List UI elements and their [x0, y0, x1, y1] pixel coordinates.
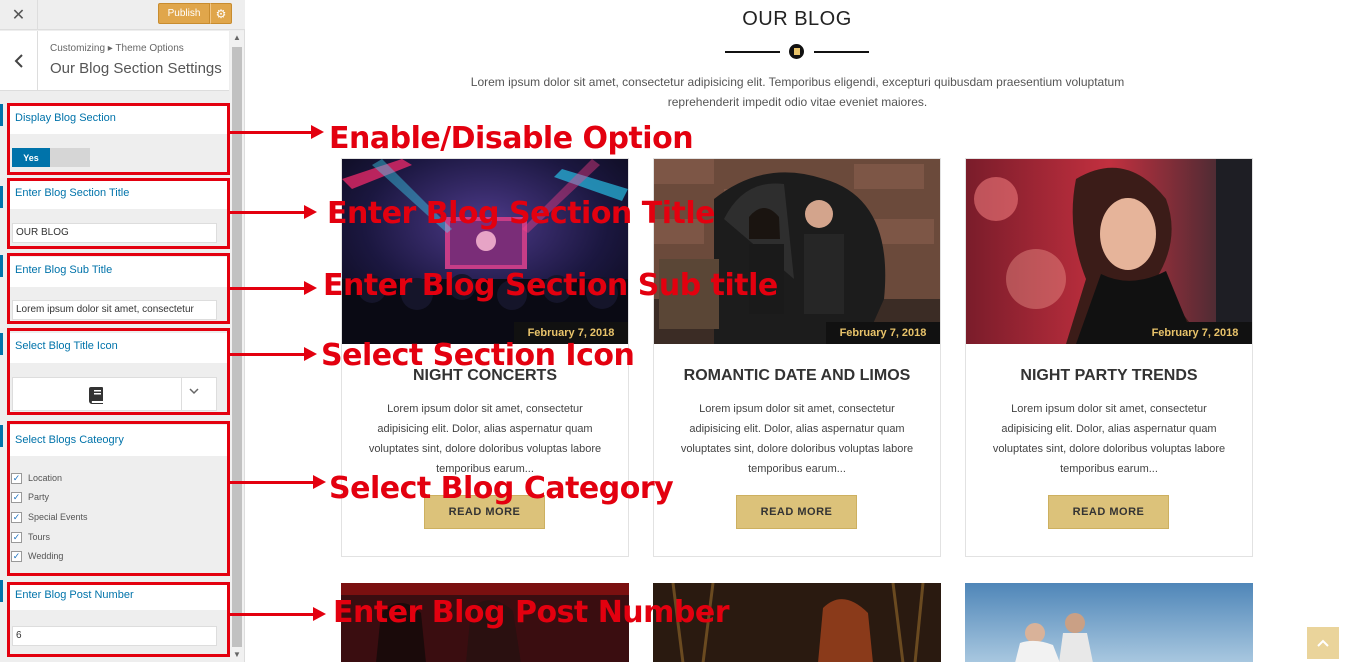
breadcrumb: Customizing ▸ Theme Options	[50, 43, 184, 54]
blog-section-subtitle: Lorem ipsum dolor sit amet, consectetur …	[470, 75, 1125, 109]
scroll-thumb[interactable]	[232, 47, 242, 647]
title-divider	[725, 51, 780, 53]
title-divider	[814, 51, 869, 53]
annotation-label: Select Section Icon	[321, 338, 635, 373]
annotation-label: Enter Blog Section Sub title	[323, 268, 778, 303]
scrollbar[interactable]: ▲ ▼	[230, 31, 244, 662]
chevron-up-icon	[1317, 639, 1329, 647]
blog-image[interactable]	[966, 159, 1252, 344]
post-excerpt: Lorem ipsum dolor sit amet, consectetur …	[992, 403, 1226, 475]
annotation-arrow	[230, 475, 326, 489]
annotation-box	[7, 178, 230, 249]
publish-button[interactable]: Publish	[158, 3, 210, 24]
gear-icon[interactable]: ⚙	[210, 3, 232, 24]
annotation-label: Enter Blog Section Title	[327, 196, 715, 231]
annotation-arrow	[230, 281, 317, 295]
read-more-button[interactable]: READ MORE	[736, 495, 857, 529]
scroll-down-arrow[interactable]: ▼	[230, 648, 244, 662]
control-marker	[0, 186, 3, 208]
control-marker	[0, 580, 3, 602]
blog-image[interactable]	[342, 159, 628, 344]
post-date: February 7, 2018	[826, 322, 940, 344]
close-icon[interactable]: ✕	[0, 0, 38, 30]
read-more-button[interactable]: READ MORE	[1048, 495, 1169, 529]
blog-image[interactable]	[654, 159, 940, 344]
annotation-label: Enter Blog Post Number	[333, 595, 730, 630]
control-marker	[0, 255, 3, 277]
annotation-box	[7, 328, 230, 415]
annotation-box	[7, 582, 230, 657]
blog-section-title: OUR BLOG	[742, 8, 852, 30]
customizer-topbar: ✕ Publish ⚙	[0, 0, 245, 30]
annotation-box	[7, 103, 230, 175]
control-marker	[0, 425, 3, 447]
annotation-arrow	[230, 607, 326, 621]
annotation-label: Enable/Disable Option	[329, 121, 694, 156]
book-icon	[789, 44, 804, 59]
page-title: Our Blog Section Settings	[50, 60, 222, 77]
post-title[interactable]: NIGHT PARTY TRENDS	[966, 367, 1252, 385]
scroll-up-arrow[interactable]: ▲	[230, 31, 244, 45]
annotation-box	[7, 421, 230, 576]
control-marker	[0, 104, 3, 126]
annotation-box	[7, 253, 230, 324]
annotation-arrow	[230, 125, 324, 139]
annotation-label: Select Blog Category	[329, 471, 674, 506]
scroll-to-top-button[interactable]	[1307, 627, 1339, 659]
post-date: February 7, 2018	[1138, 322, 1252, 344]
annotation-arrow	[230, 347, 317, 361]
post-excerpt: Lorem ipsum dolor sit amet, consectetur …	[368, 403, 602, 475]
control-marker	[0, 333, 3, 355]
back-button[interactable]	[0, 31, 38, 91]
blog-card: February 7, 2018 NIGHT PARTY TRENDS Lore…	[965, 158, 1253, 557]
post-title[interactable]: ROMANTIC DATE AND LIMOS	[654, 367, 940, 385]
annotation-arrow	[230, 205, 317, 219]
blog-image[interactable]	[965, 583, 1253, 662]
post-excerpt: Lorem ipsum dolor sit amet, consectetur …	[680, 403, 914, 475]
section-header: Customizing ▸ Theme Options Our Blog Sec…	[0, 31, 229, 91]
